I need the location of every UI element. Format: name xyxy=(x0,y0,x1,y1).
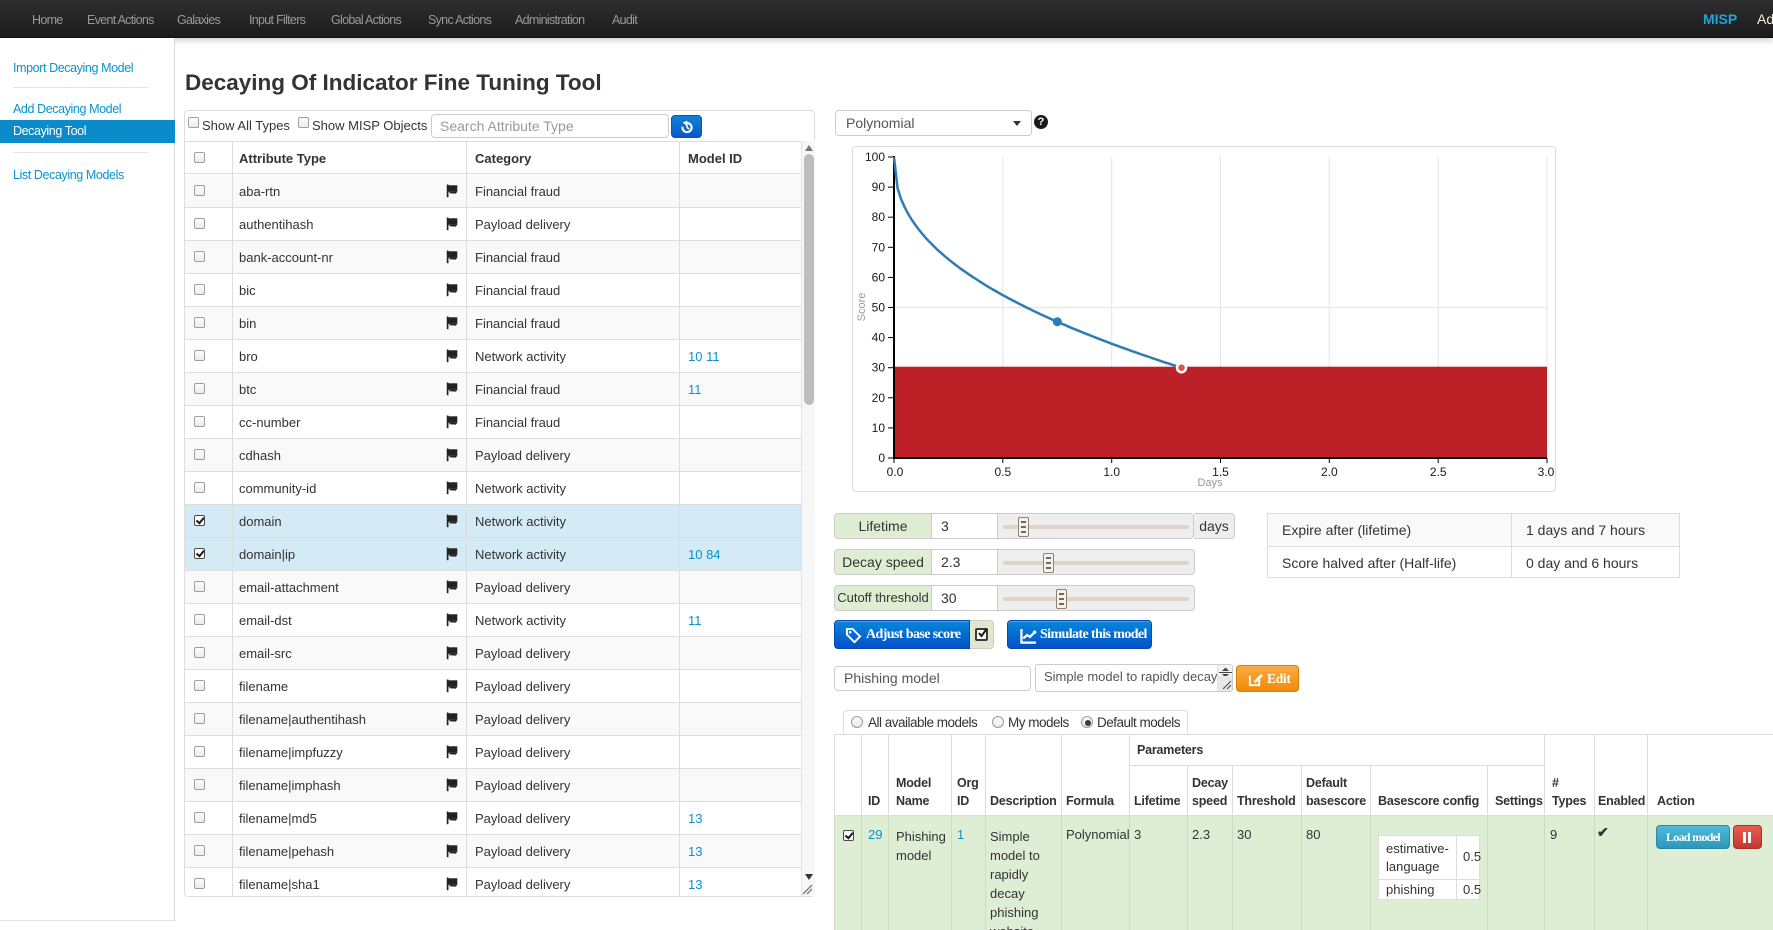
svg-text:Score: Score xyxy=(856,293,868,322)
svg-text:100: 100 xyxy=(865,150,885,164)
svg-text:0.0: 0.0 xyxy=(887,465,904,479)
svg-text:0: 0 xyxy=(878,451,885,465)
svg-text:0.5: 0.5 xyxy=(994,465,1011,479)
svg-text:3.0: 3.0 xyxy=(1538,465,1555,479)
svg-text:80: 80 xyxy=(872,210,886,224)
svg-text:50: 50 xyxy=(872,301,886,315)
svg-text:30: 30 xyxy=(872,361,886,375)
svg-text:1.0: 1.0 xyxy=(1103,465,1120,479)
svg-text:2.5: 2.5 xyxy=(1430,465,1447,479)
svg-text:90: 90 xyxy=(872,180,886,194)
svg-text:10: 10 xyxy=(872,421,886,435)
svg-text:2.0: 2.0 xyxy=(1321,465,1338,479)
svg-text:40: 40 xyxy=(872,331,886,345)
svg-text:Days: Days xyxy=(1197,477,1223,489)
svg-text:20: 20 xyxy=(872,391,886,405)
svg-text:60: 60 xyxy=(872,270,886,284)
svg-text:70: 70 xyxy=(872,240,886,254)
